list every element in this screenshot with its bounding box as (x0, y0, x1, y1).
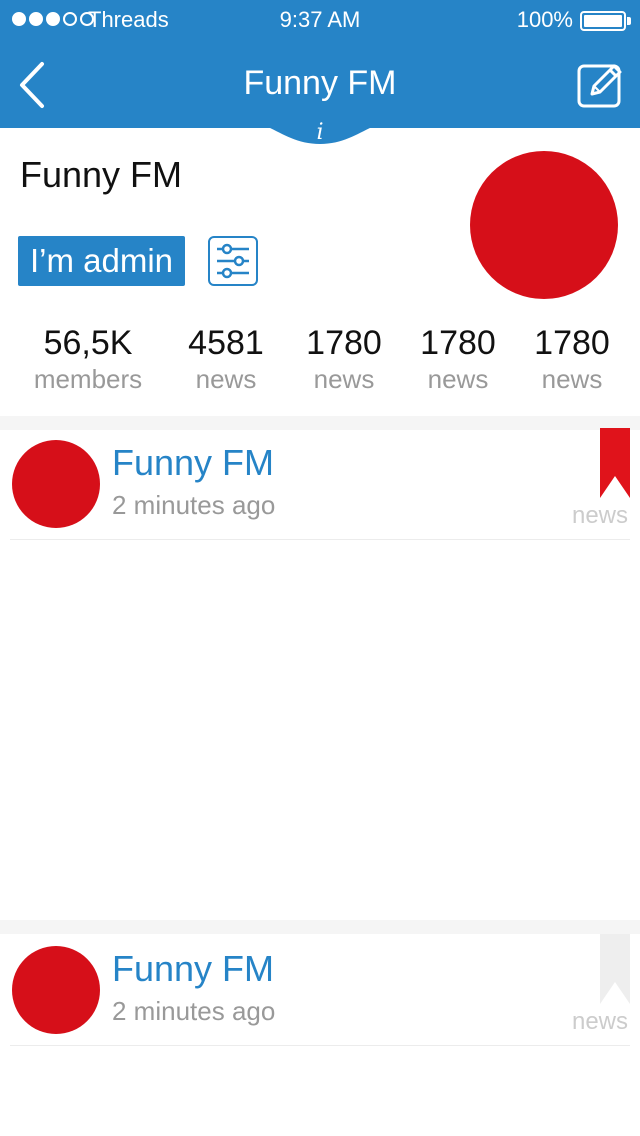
avatar[interactable] (12, 946, 100, 1034)
feed-item-tag: news (571, 1008, 628, 1035)
stat-value: 1780 (534, 324, 610, 362)
stat-value: 56,5K (43, 324, 133, 362)
stat-members[interactable]: 56,5K members (18, 322, 158, 394)
info-button[interactable]: i (306, 120, 334, 146)
stat-value: 1780 (420, 324, 496, 362)
app-header: Threads 9:37 AM 100% Funny FM (0, 0, 640, 128)
channel-name: Funny FM (20, 154, 183, 195)
stat-label: members (33, 364, 143, 394)
settings-button[interactable] (208, 236, 258, 286)
stat-label: news (427, 364, 489, 394)
feed-item[interactable]: Funny FM 2 minutes ago news (0, 934, 640, 1050)
stat-news[interactable]: 4581 news (172, 322, 280, 394)
stat-label: news (195, 364, 257, 394)
stat-label: news (313, 364, 375, 394)
feed-item-tag: news (571, 502, 628, 529)
bookmark-icon[interactable] (600, 934, 630, 1004)
stats-row: 56,5K members 4581 news 1780 news 1780 n… (0, 322, 640, 402)
stat-value: 4581 (188, 324, 264, 362)
avatar[interactable] (12, 440, 100, 528)
edit-icon (577, 64, 622, 108)
status-bar: Threads 9:37 AM 100% (0, 0, 640, 40)
feed-item-title[interactable]: Funny FM (112, 948, 274, 990)
feed-item-title[interactable]: Funny FM (112, 442, 274, 484)
feed-item[interactable]: Funny FM 2 minutes ago news (0, 428, 640, 544)
bookmark-icon[interactable] (600, 428, 630, 498)
row-divider (10, 1045, 630, 1046)
channel-avatar (470, 151, 618, 299)
edit-button[interactable] (576, 60, 624, 108)
row-divider (10, 539, 630, 540)
feed-item-time: 2 minutes ago (112, 490, 276, 520)
stat-news[interactable]: 1780 news (518, 322, 626, 394)
stat-news[interactable]: 1780 news (290, 322, 398, 394)
page-title: Funny FM (243, 64, 397, 102)
section-divider (0, 920, 640, 934)
feed-item-time: 2 minutes ago (112, 996, 276, 1026)
stat-news[interactable]: 1780 news (404, 322, 512, 394)
admin-button[interactable]: I’m admin (18, 236, 186, 286)
stat-label: news (541, 364, 603, 394)
battery-percent: 100% (516, 7, 573, 32)
battery-icon (580, 11, 626, 31)
sliders-icon (217, 243, 249, 279)
stat-value: 1780 (306, 324, 382, 362)
